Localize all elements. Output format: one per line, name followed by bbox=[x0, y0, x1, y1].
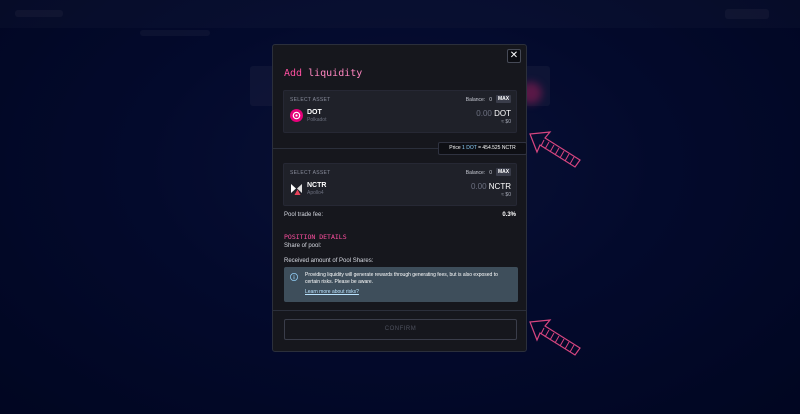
risk-info-text: Providing liquidity will generate reward… bbox=[305, 272, 498, 285]
footer-divider bbox=[273, 310, 526, 311]
close-button[interactable]: ✕ bbox=[507, 49, 521, 63]
add-liquidity-modal: ✕ Add liquidity SELECT ASSET Balance: 0 M… bbox=[272, 44, 527, 352]
pool-fee-label: Pool trade fee: bbox=[284, 212, 324, 218]
annotation-arrow-top bbox=[529, 131, 581, 168]
info-icon bbox=[290, 273, 298, 281]
balance-label: Balance: bbox=[465, 97, 486, 103]
learn-more-risks-link[interactable]: Learn more about risks? bbox=[305, 289, 359, 295]
price-base: 1 DOT bbox=[462, 145, 477, 151]
asset-a-card: SELECT ASSET Balance: 0 MAX DOT Polkadot … bbox=[283, 90, 517, 133]
risk-info-box: Providing liquidity will generate reward… bbox=[284, 267, 518, 302]
price-equals: = bbox=[478, 145, 481, 151]
asset-a-name: Polkadot bbox=[307, 117, 327, 123]
confirm-button[interactable]: CONFIRM bbox=[284, 319, 517, 340]
asset-a-usd-value: ≈ $0 bbox=[501, 119, 511, 125]
asset-a-balance: Balance: 0 bbox=[466, 97, 492, 103]
price-label: Price bbox=[449, 145, 461, 151]
asset-b-amount-value: 0.00 bbox=[470, 182, 487, 191]
asset-a-max-button[interactable]: MAX bbox=[496, 95, 511, 103]
share-of-pool-label: Share of pool: bbox=[284, 243, 322, 249]
asset-b-amount-symbol: NCTR bbox=[488, 182, 511, 191]
asset-a-symbol[interactable]: DOT bbox=[307, 109, 322, 116]
nectar-icon[interactable] bbox=[290, 182, 303, 195]
asset-b-name: Apollo4 bbox=[307, 190, 324, 196]
asset-b-usd-value: ≈ $0 bbox=[501, 192, 511, 198]
annotation-arrow-bottom bbox=[529, 319, 581, 356]
asset-b-max-button[interactable]: MAX bbox=[496, 168, 511, 176]
pool-fee-value: 0.3% bbox=[502, 212, 516, 218]
asset-b-symbol[interactable]: NCTR bbox=[307, 182, 326, 189]
balance-label: Balance: bbox=[465, 170, 486, 176]
asset-b-balance: Balance: 0 bbox=[466, 170, 492, 176]
select-asset-a-label: SELECT ASSET bbox=[290, 97, 331, 103]
received-shares-label: Received amount of Pool Shares: bbox=[284, 258, 374, 264]
asset-a-amount-value: 0.00 bbox=[476, 109, 492, 118]
position-details-title: POSITION DETAILS bbox=[284, 233, 347, 241]
select-asset-b-label: SELECT ASSET bbox=[290, 170, 331, 176]
balance-value: 0 bbox=[489, 170, 492, 176]
modal-title-prefix: Add bbox=[284, 68, 309, 79]
asset-b-card: SELECT ASSET Balance: 0 MAX NCTR Apollo4 … bbox=[283, 163, 517, 206]
price-quote: 454.525 NCTR bbox=[482, 145, 516, 151]
modal-title-rest: liquidity bbox=[308, 68, 363, 79]
modal-title: Add liquidity bbox=[284, 68, 362, 79]
balance-value: 0 bbox=[489, 97, 492, 103]
asset-a-amount-symbol: DOT bbox=[494, 109, 511, 118]
asset-a-amount-input[interactable]: 0.00 DOT bbox=[476, 109, 511, 118]
asset-b-amount-input[interactable]: 0.00 NCTR bbox=[471, 182, 511, 191]
price-indicator: Price 1 DOT = 454.525 NCTR bbox=[438, 142, 527, 155]
polkadot-icon[interactable] bbox=[290, 109, 303, 122]
